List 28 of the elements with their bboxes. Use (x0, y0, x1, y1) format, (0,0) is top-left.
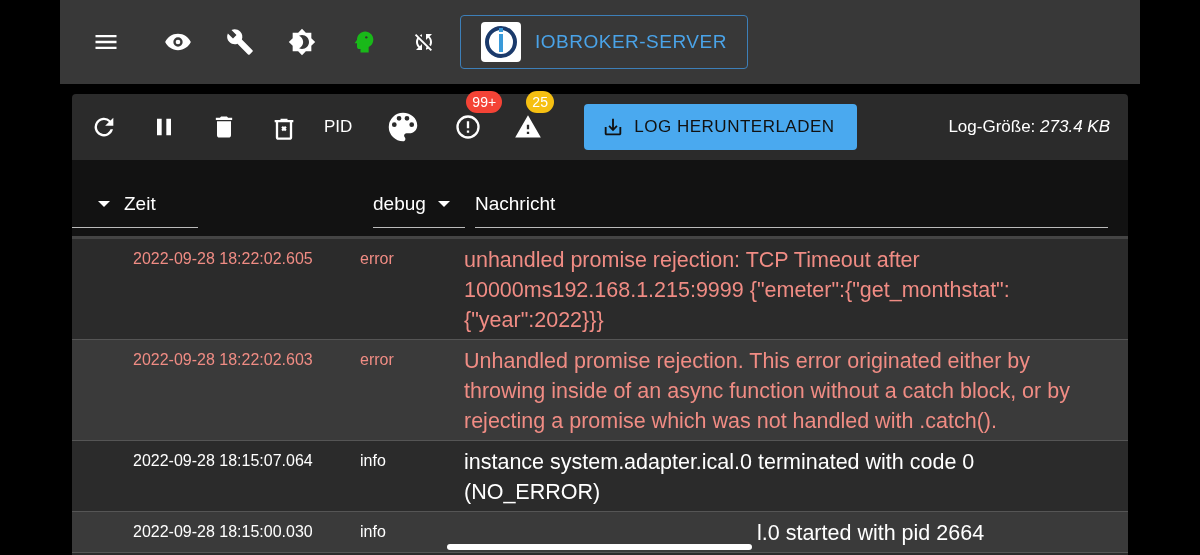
severity-cell-text: info (360, 451, 387, 471)
severity-cell-text: error (360, 249, 395, 269)
time-cell-text: 2022-09-28 18:15:00.030 (132, 522, 314, 542)
time-cell-text: 2022-09-28 18:15:07.064 (132, 451, 314, 471)
download-button[interactable]: LOG HERUNTERLADEN (584, 104, 857, 150)
message-cell-text: instance system.adapter.ical.0 terminated with code 0 (NO_ERROR) (464, 449, 976, 506)
message-cell-text: Unhandled promise rejection. This error originated either by throwing inside of an async function without a catch block, or by rejecting a promise which was not handled with .catch(). (464, 348, 1071, 435)
error-count-badge: 99+ (466, 91, 503, 113)
time-cell-text: 2022-09-28 18:22:02.605 (132, 249, 314, 269)
message-cell-text: l.0 started with pid 2664 (757, 520, 986, 547)
server-button[interactable]: IOBROKER-SERVER (460, 15, 748, 69)
warning-icon[interactable] (514, 113, 543, 141)
theme-icon[interactable] (288, 28, 316, 56)
level-filter-select[interactable]: debug (373, 189, 465, 228)
message-cell-text: unhandled promise rejection: TCP Timeout after 10000ms192.168.1.215:9999 {"emeter":{"get_monthstat":{"year":2022}}} (464, 247, 1011, 334)
dropdown-arrow-icon[interactable] (98, 201, 110, 207)
severity-cell-text: error (360, 350, 395, 370)
severity-cell-text: info (360, 522, 387, 542)
logo-icon (481, 22, 521, 62)
column-header: Nachricht (475, 193, 556, 215)
warning-count-badge: 25 (526, 91, 554, 113)
time-cell-text: 2022-09-28 18:22:02.603 (132, 350, 314, 370)
error-icon[interactable] (454, 113, 483, 141)
column-header: Zeit (124, 193, 156, 215)
wrench-icon[interactable] (226, 28, 254, 56)
pid-button[interactable]: PID (324, 117, 353, 137)
log-size-label: Log-Größe: 273.4 KB (948, 117, 1110, 137)
dropdown-arrow-icon (437, 201, 450, 207)
